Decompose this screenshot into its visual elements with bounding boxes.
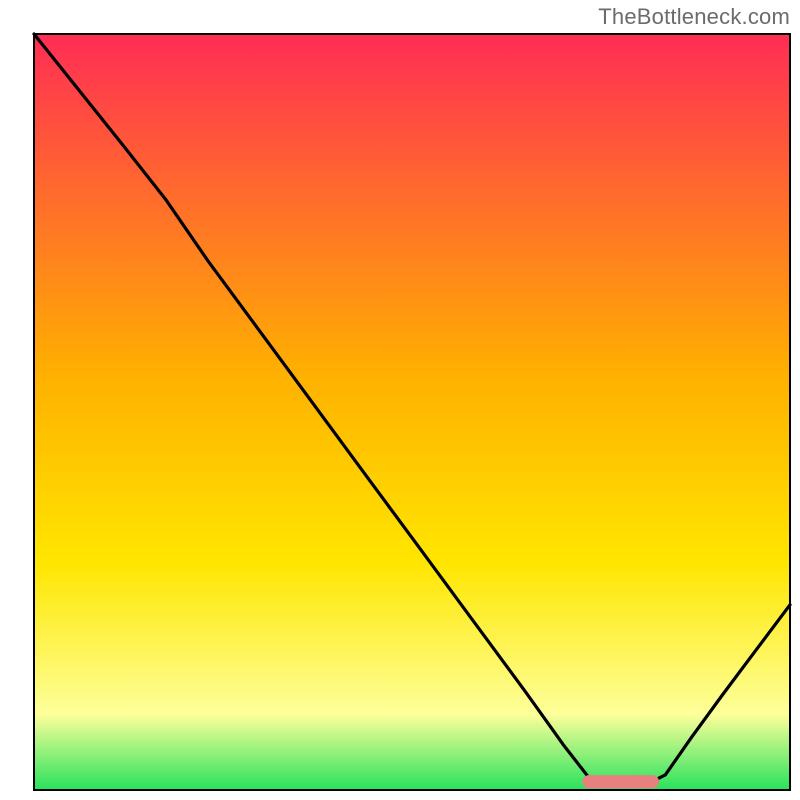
chart-container: { "watermark": "TheBottleneck.com", "col… xyxy=(0,0,800,800)
optimum-marker xyxy=(583,776,659,788)
chart-svg xyxy=(0,0,800,800)
plot-background xyxy=(34,34,790,790)
